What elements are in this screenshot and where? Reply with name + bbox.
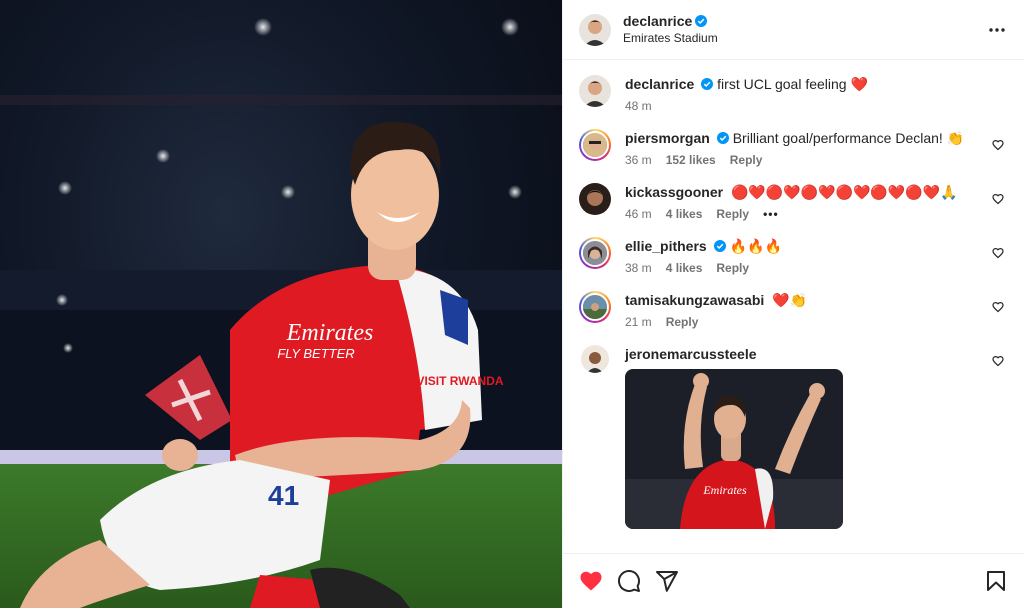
comment-time[interactable]: 36 m xyxy=(625,153,652,167)
comment-item: tamisakungzawasabi ❤️👏 21 m Reply xyxy=(579,291,1008,329)
like-comment-heart-icon[interactable] xyxy=(992,193,1004,205)
reply-button[interactable]: Reply xyxy=(716,261,749,275)
like-comment-heart-icon[interactable] xyxy=(992,301,1004,313)
comment-likes[interactable]: 4 likes xyxy=(666,261,703,275)
post-photo: Emirates FLY BETTER VISIT RWANDA 41 xyxy=(0,0,562,608)
avatar[interactable] xyxy=(581,345,609,373)
post-actions-bar xyxy=(563,553,1024,608)
comment-username[interactable]: tamisakungzawasabi xyxy=(625,292,764,308)
comment-text: 🔥🔥🔥 xyxy=(729,238,782,254)
comment-text: ❤️👏 xyxy=(772,292,808,308)
post-sidebar: declanrice Emirates Stadium declanrice f… xyxy=(562,0,1024,608)
comment-username[interactable]: ellie_pithers xyxy=(625,238,707,254)
verified-badge-icon xyxy=(695,14,708,27)
caption-username[interactable]: declanrice xyxy=(625,76,694,92)
more-options-icon[interactable] xyxy=(988,21,1006,39)
gif-shirt-text: Emirates xyxy=(702,483,747,497)
comment-icon[interactable] xyxy=(617,569,641,593)
comment-username[interactable]: piersmorgan xyxy=(625,130,710,146)
shirt-sponsor-text: Emirates xyxy=(286,320,374,346)
avatar[interactable] xyxy=(579,75,611,107)
comments-list[interactable]: declanrice first UCL goal feeling ❤️ 48 … xyxy=(563,61,1024,553)
like-comment-heart-icon[interactable] xyxy=(992,355,1004,367)
avatar[interactable] xyxy=(579,237,611,269)
comment-options-icon[interactable]: ••• xyxy=(763,207,779,221)
comment-time[interactable]: 38 m xyxy=(625,261,652,275)
post-location[interactable]: Emirates Stadium xyxy=(623,30,718,47)
verified-badge-icon xyxy=(701,78,714,90)
caption-time[interactable]: 48 m xyxy=(625,99,652,113)
avatar[interactable] xyxy=(579,13,611,46)
avatar[interactable] xyxy=(579,129,611,161)
comment-item: jeronemarcussteele Emirates xyxy=(579,345,1008,529)
comment-time[interactable]: 46 m xyxy=(625,207,652,221)
comment-time[interactable]: 21 m xyxy=(625,315,652,329)
verified-badge-icon xyxy=(713,240,726,252)
comment-likes[interactable]: 152 likes xyxy=(666,153,716,167)
comment-username[interactable]: kickassgooner xyxy=(625,184,723,200)
verified-badge-icon xyxy=(716,132,729,144)
shirt-sponsor-subtext: FLY BETTER xyxy=(277,346,354,361)
reply-button[interactable]: Reply xyxy=(730,153,763,167)
comment-item: ellie_pithers 🔥🔥🔥 38 m 4 likes Reply xyxy=(579,237,1008,275)
comment-text: Brilliant goal/performance Declan! 👏 xyxy=(732,130,965,146)
bookmark-icon[interactable] xyxy=(984,569,1008,593)
player-celebration-image: Emirates FLY BETTER VISIT RWANDA 41 xyxy=(0,18,562,608)
avatar[interactable] xyxy=(579,183,611,215)
avatar[interactable] xyxy=(579,291,611,323)
comment-username[interactable]: jeronemarcussteele xyxy=(625,346,757,362)
post-header: declanrice Emirates Stadium xyxy=(563,0,1024,60)
post-caption: declanrice first UCL goal feeling ❤️ 48 … xyxy=(579,75,1008,113)
author-username[interactable]: declanrice xyxy=(623,13,692,29)
comment-gif[interactable]: Emirates xyxy=(625,369,843,529)
sleeve-text: VISIT RWANDA xyxy=(416,374,503,388)
comment-item: piersmorgan Brilliant goal/performance D… xyxy=(579,129,1008,167)
like-comment-heart-icon[interactable] xyxy=(992,139,1004,151)
comment-text: 🔴❤️🔴❤️🔴❤️🔴❤️🔴❤️🔴❤️🙏 xyxy=(730,184,958,200)
like-comment-heart-icon[interactable] xyxy=(992,247,1004,259)
reply-button[interactable]: Reply xyxy=(716,207,749,221)
caption-text: first UCL goal feeling ❤️ xyxy=(717,76,868,92)
shorts-number: 41 xyxy=(268,480,299,511)
like-heart-icon[interactable] xyxy=(579,569,603,593)
share-icon[interactable] xyxy=(655,569,679,593)
comment-likes[interactable]: 4 likes xyxy=(666,207,703,221)
reply-button[interactable]: Reply xyxy=(666,315,699,329)
comment-item: kickassgooner 🔴❤️🔴❤️🔴❤️🔴❤️🔴❤️🔴❤️🙏 46 m 4… xyxy=(579,183,1008,221)
